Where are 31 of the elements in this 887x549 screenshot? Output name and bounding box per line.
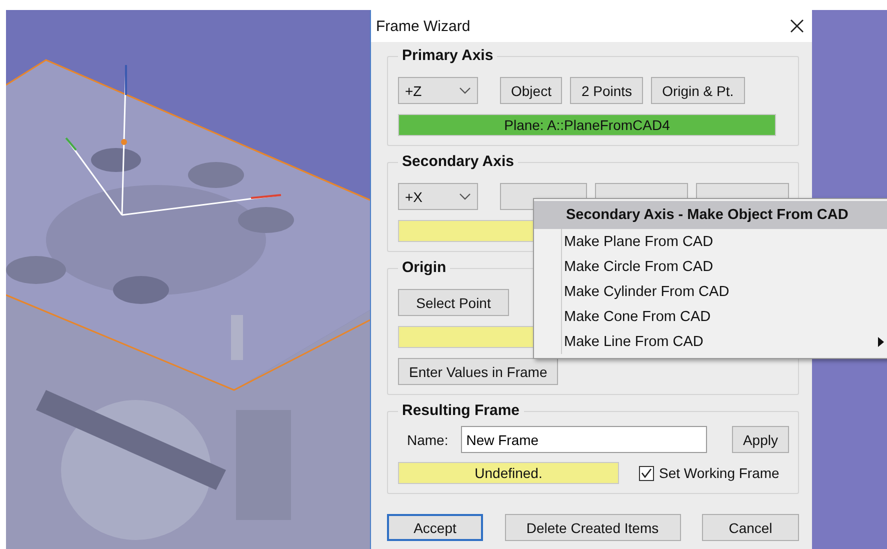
group-title: Primary Axis <box>398 47 498 64</box>
chevron-icon <box>459 86 471 94</box>
direction-dropdown[interactable]: +Z <box>398 77 478 104</box>
menu-item[interactable]: Make Cylinder From CAD <box>534 279 887 304</box>
checkbox[interactable] <box>639 466 654 480</box>
dialog-button[interactable]: Cancel <box>702 514 799 541</box>
name-field[interactable]: New Frame <box>461 426 708 453</box>
chevron-icon <box>459 192 471 200</box>
menu-item[interactable]: Make Cone From CAD <box>534 304 887 329</box>
name-label: Name: <box>407 432 448 448</box>
group-title: Origin <box>398 259 450 276</box>
select-point-button[interactable]: Select Point <box>398 289 509 316</box>
axis-button[interactable]: 2 Points <box>570 77 644 104</box>
menu-item[interactable]: Make Line From CAD <box>534 329 887 354</box>
close-icon[interactable] <box>790 19 804 33</box>
axis-button[interactable]: Object <box>500 77 562 104</box>
group-title: Secondary Axis <box>398 153 518 170</box>
group-title: Resulting Frame <box>398 402 524 419</box>
axis-button[interactable]: Origin & Pt. <box>651 77 745 104</box>
direction-dropdown[interactable]: +X <box>398 183 478 210</box>
dialog-button[interactable]: Accept <box>387 514 483 541</box>
menu-item[interactable]: Make Circle From CAD <box>534 254 887 279</box>
apply-button[interactable]: Apply <box>732 426 789 453</box>
menu-header: Secondary Axis - Make Object From CAD <box>534 201 887 229</box>
dialog-button[interactable]: Delete Created Items <box>504 514 680 541</box>
status-field: Plane: A::PlaneFromCAD4 <box>398 114 776 136</box>
menu-item[interactable]: Make Plane From CAD <box>534 229 887 254</box>
checkbox-label: Set Working Frame <box>659 465 780 481</box>
enter-values-button[interactable]: Enter Values in Frame <box>398 358 558 385</box>
window-title: Frame Wizard <box>376 18 470 34</box>
status-field: Undefined. <box>398 462 619 484</box>
